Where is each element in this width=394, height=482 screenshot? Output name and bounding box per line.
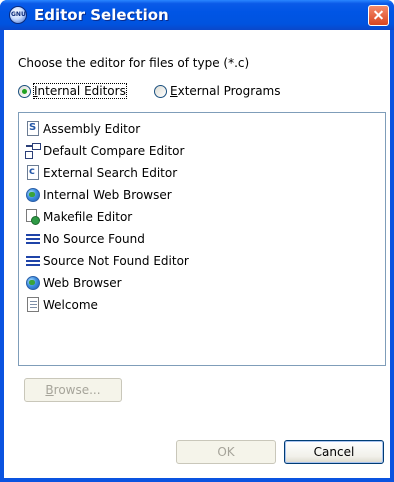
list-item-label: Default Compare Editor	[43, 144, 185, 158]
list-item-label: No Source Found	[43, 232, 145, 246]
dialog-content: Choose the editor for files of type (*.c…	[4, 30, 390, 478]
list-item-label: Welcome	[43, 298, 98, 312]
close-button[interactable]	[368, 5, 389, 26]
list-item-label: Internal Web Browser	[43, 188, 172, 202]
cancel-button[interactable]: Cancel	[284, 440, 384, 464]
ok-button[interactable]: OK	[176, 440, 276, 464]
globe-icon	[25, 187, 41, 203]
text-lines-icon	[25, 253, 41, 269]
external-programs-label[interactable]: External Programs	[170, 84, 281, 98]
internal-editors-label[interactable]: Internal Editors	[33, 83, 127, 99]
browse-button[interactable]: Browse...	[24, 378, 122, 402]
title-bar[interactable]: GNU Editor Selection	[0, 0, 394, 30]
list-item-no-source-found[interactable]: No Source Found	[25, 229, 145, 249]
compare-icon	[25, 143, 41, 159]
list-item-label: Web Browser	[43, 276, 122, 290]
external-programs-radio[interactable]	[154, 84, 167, 98]
gnu-app-icon: GNU	[9, 6, 27, 24]
list-item-label: Assembly Editor	[43, 122, 141, 136]
list-item-label: Source Not Found Editor	[43, 254, 189, 268]
text-lines-icon	[25, 231, 41, 247]
dialog-title: Editor Selection	[34, 6, 169, 24]
external-programs-option[interactable]: External Programs	[154, 81, 281, 101]
list-item-internal-web-browser[interactable]: Internal Web Browser	[25, 185, 172, 205]
list-item-welcome[interactable]: Welcome	[25, 295, 98, 315]
list-item-makefile-editor[interactable]: Makefile Editor	[25, 207, 132, 227]
globe-icon	[25, 275, 41, 291]
list-item-label: Makefile Editor	[43, 210, 133, 224]
list-item-default-compare-editor[interactable]: Default Compare Editor	[25, 141, 184, 161]
list-item-web-browser[interactable]: Web Browser	[25, 273, 122, 293]
makefile-icon	[25, 209, 41, 225]
document-icon	[25, 297, 41, 313]
file-type-prompt: Choose the editor for files of type (*.c…	[18, 56, 250, 70]
list-item-external-search-editor[interactable]: c External Search Editor	[25, 163, 177, 183]
list-item-label: External Search Editor	[43, 166, 178, 180]
editor-selection-dialog: GNU Editor Selection Choose the editor f…	[0, 0, 394, 482]
assembly-file-icon: S	[25, 121, 41, 137]
list-item-assembly-editor[interactable]: S Assembly Editor	[25, 119, 140, 139]
editor-list[interactable]: S Assembly Editor Default Compare Editor…	[18, 112, 386, 366]
internal-editors-option[interactable]: Internal Editors	[18, 81, 127, 101]
c-file-icon: c	[25, 165, 41, 181]
app-icon-text: GNU	[11, 11, 26, 18]
list-item-source-not-found-editor[interactable]: Source Not Found Editor	[25, 251, 189, 271]
internal-editors-radio[interactable]	[18, 84, 31, 98]
